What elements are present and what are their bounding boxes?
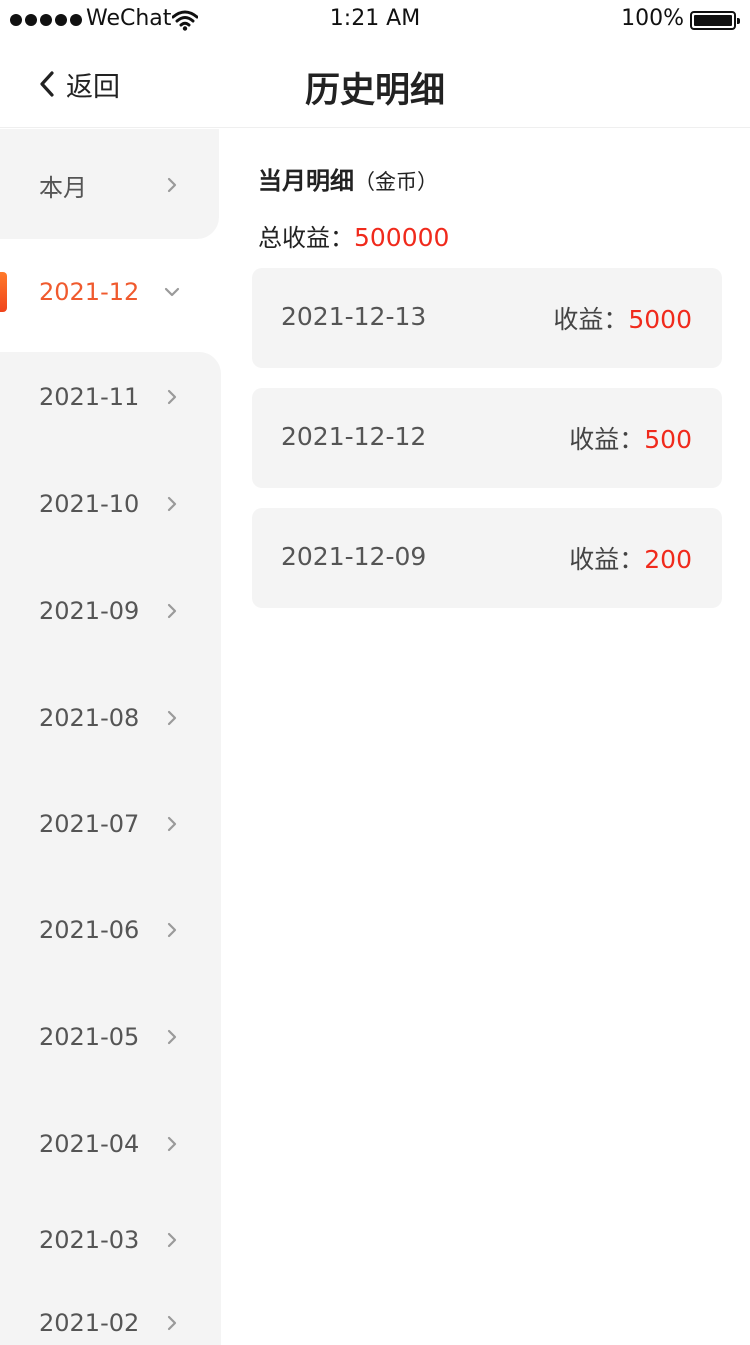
sidebar-item-2021-08[interactable]: 2021-08 bbox=[0, 696, 210, 740]
sidebar-item-2021-12[interactable]: 2021-12 bbox=[0, 270, 210, 314]
income-label: 收益： bbox=[569, 425, 645, 454]
sidebar-item-2021-05[interactable]: 2021-05 bbox=[0, 1015, 210, 1059]
sidebar-item-2021-06[interactable]: 2021-06 bbox=[0, 908, 210, 952]
chevron-right-icon bbox=[167, 177, 177, 193]
income-value: 500 bbox=[644, 425, 692, 454]
sidebar-item-2021-03[interactable]: 2021-03 bbox=[0, 1218, 210, 1262]
total-income: 总收益：500000 bbox=[258, 218, 449, 253]
sidebar-item-2021-07[interactable]: 2021-07 bbox=[0, 802, 210, 846]
chevron-right-icon bbox=[167, 1315, 177, 1331]
navigation-bar: 返回 历史明细 bbox=[0, 40, 750, 128]
income-record[interactable]: 2021-12-09 收益：200 bbox=[252, 508, 722, 608]
chevron-right-icon bbox=[167, 1136, 177, 1152]
sidebar-item-2021-02[interactable]: 2021-02 bbox=[0, 1301, 210, 1345]
sidebar-item-label: 2021-05 bbox=[39, 1023, 140, 1051]
chevron-down-icon bbox=[164, 287, 180, 297]
sidebar-item-label: 2021-06 bbox=[39, 916, 140, 944]
battery-percentage: 100% bbox=[621, 6, 684, 31]
chevron-right-icon bbox=[167, 710, 177, 726]
month-sidebar: 本月 2021-12 2021-11 2021-10 2021-09 2021-… bbox=[0, 129, 221, 1345]
section-title-text: 当月明细 bbox=[258, 167, 354, 195]
record-date: 2021-12-13 bbox=[281, 302, 427, 331]
sidebar-item-label: 本月 bbox=[39, 173, 87, 202]
section-title: 当月明细（金币） bbox=[258, 161, 438, 196]
record-income: 收益：200 bbox=[569, 540, 692, 576]
income-value: 200 bbox=[644, 545, 692, 574]
chevron-right-icon bbox=[167, 922, 177, 938]
income-record[interactable]: 2021-12-12 收益：500 bbox=[252, 388, 722, 488]
income-label: 收益： bbox=[553, 305, 629, 334]
sidebar-item-label: 2021-12 bbox=[39, 278, 140, 306]
sidebar-item-this-month[interactable]: 本月 bbox=[0, 163, 210, 207]
page-title: 历史明细 bbox=[304, 71, 445, 111]
sidebar-item-label: 2021-10 bbox=[39, 490, 140, 518]
sidebar-item-2021-10[interactable]: 2021-10 bbox=[0, 482, 210, 526]
chevron-right-icon bbox=[167, 389, 177, 405]
record-income: 收益：500 bbox=[569, 420, 692, 456]
sidebar-item-2021-09[interactable]: 2021-09 bbox=[0, 589, 210, 633]
chevron-right-icon bbox=[167, 816, 177, 832]
total-income-label: 总收益： bbox=[258, 224, 354, 252]
record-income: 收益：5000 bbox=[553, 300, 692, 336]
sidebar-item-label: 2021-07 bbox=[39, 810, 140, 838]
chevron-right-icon bbox=[167, 496, 177, 512]
income-label: 收益： bbox=[569, 545, 645, 574]
income-record[interactable]: 2021-12-13 收益：5000 bbox=[252, 268, 722, 368]
sidebar-item-label: 2021-08 bbox=[39, 704, 140, 732]
sidebar-item-label: 2021-04 bbox=[39, 1130, 140, 1158]
total-income-value: 500000 bbox=[354, 223, 450, 252]
sidebar-item-2021-04[interactable]: 2021-04 bbox=[0, 1122, 210, 1166]
sidebar-item-label: 2021-03 bbox=[39, 1226, 140, 1254]
sidebar-item-label: 2021-11 bbox=[39, 383, 140, 411]
income-value: 5000 bbox=[628, 305, 692, 334]
status-bar: WeChat 1:21 AM 100% bbox=[0, 0, 750, 40]
chevron-right-icon bbox=[167, 603, 177, 619]
record-date: 2021-12-09 bbox=[281, 542, 427, 571]
record-date: 2021-12-12 bbox=[281, 422, 427, 451]
sidebar-item-label: 2021-09 bbox=[39, 597, 140, 625]
battery-icon bbox=[690, 11, 740, 30]
sidebar-item-2021-11[interactable]: 2021-11 bbox=[0, 375, 210, 419]
chevron-right-icon bbox=[167, 1029, 177, 1045]
sidebar-item-label: 2021-02 bbox=[39, 1309, 140, 1337]
currency-unit: （金币） bbox=[354, 170, 438, 194]
chevron-right-icon bbox=[167, 1232, 177, 1248]
